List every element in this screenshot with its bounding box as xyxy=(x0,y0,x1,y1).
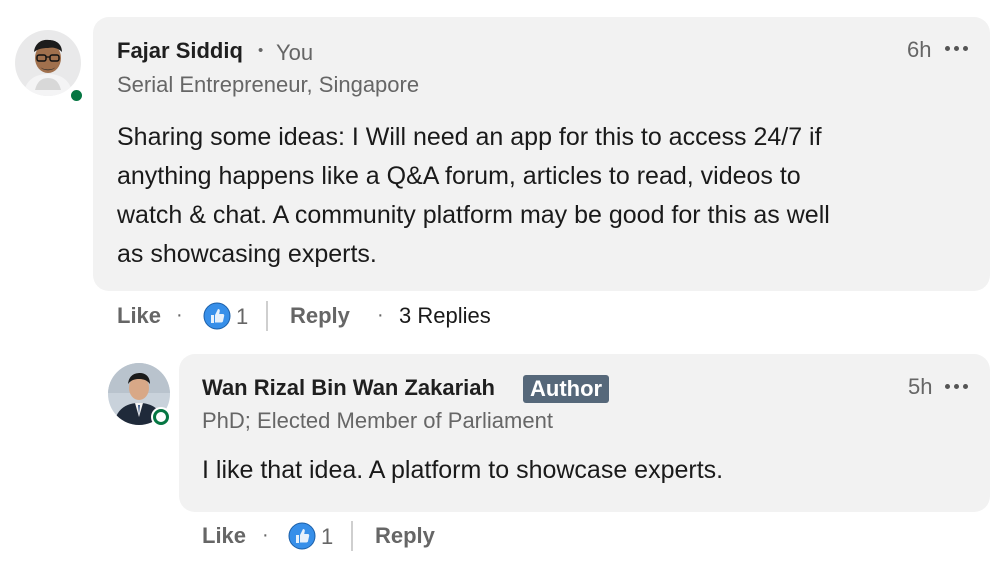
comment-text-line: anything happens like a Q&A forum, artic… xyxy=(117,162,801,190)
like-button[interactable]: Like xyxy=(202,523,246,549)
reaction-count[interactable]: 1 xyxy=(321,524,333,550)
reply-author-headline: PhD; Elected Member of Parliament xyxy=(202,408,553,433)
view-replies-button[interactable]: 3 Replies xyxy=(399,303,491,329)
avatar[interactable] xyxy=(108,363,170,425)
reply-button[interactable]: Reply xyxy=(375,523,435,549)
online-status-icon xyxy=(68,87,85,104)
online-status-icon xyxy=(153,409,169,425)
action-divider xyxy=(351,521,353,551)
comment-author-name[interactable]: Fajar Siddiq xyxy=(117,38,243,64)
name-separator: • xyxy=(258,42,264,59)
reply-author-name[interactable]: Wan Rizal Bin Wan Zakariah xyxy=(202,375,495,401)
action-separator: · xyxy=(377,304,384,326)
comment-text-line: watch & chat. A community platform may b… xyxy=(117,201,830,229)
comment-text-line: as showcasing experts. xyxy=(117,240,377,268)
action-separator: · xyxy=(262,524,269,546)
comment-text-line: Sharing some ideas: I Will need an app f… xyxy=(117,123,822,151)
reaction-count[interactable]: 1 xyxy=(236,304,248,330)
action-divider xyxy=(266,301,268,331)
more-icon[interactable] xyxy=(945,384,968,389)
action-separator: · xyxy=(176,304,183,326)
like-reaction-icon[interactable] xyxy=(288,522,316,550)
you-label: You xyxy=(276,40,314,65)
comment-timestamp: 6h xyxy=(907,37,932,62)
reply-text: I like that idea. A platform to showcase… xyxy=(202,456,724,484)
like-reaction-icon[interactable] xyxy=(203,302,231,330)
reply-timestamp: 5h xyxy=(908,374,933,399)
author-badge: Author xyxy=(523,375,610,403)
like-button[interactable]: Like xyxy=(117,303,161,329)
reply-button[interactable]: Reply xyxy=(290,303,350,329)
comment-author-headline: Serial Entrepreneur, Singapore xyxy=(117,72,420,97)
avatar[interactable] xyxy=(15,30,85,104)
avatar-image xyxy=(15,30,81,96)
comment-text: Sharing some ideas: I Will need an app f… xyxy=(117,118,977,274)
more-icon[interactable] xyxy=(945,46,968,51)
